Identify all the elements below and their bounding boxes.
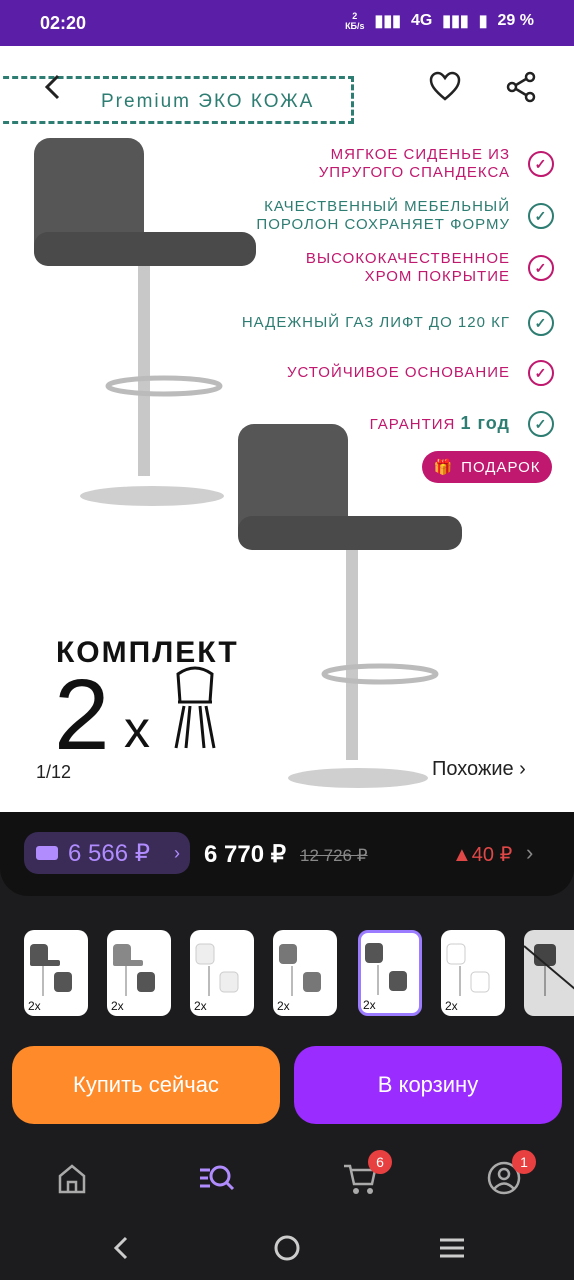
catalog-search-icon[interactable] <box>196 1158 236 1198</box>
gift-badge: 🎁 ПОДАРОК <box>422 451 552 483</box>
gift-icon: 🎁 <box>433 459 454 476</box>
variant-thumb[interactable]: 2x <box>273 930 337 1016</box>
feature-1-line1: МЯГКОЕ СИДЕНЬЕ ИЗ <box>330 146 510 163</box>
feature-2: КАЧЕСТВЕННЫЙ МЕБЕЛЬНЫЙ ПОРОЛОН СОХРАНЯЕТ… <box>242 198 554 234</box>
speed-value: 2 <box>352 11 358 21</box>
gift-label: ПОДАРОК <box>461 458 541 476</box>
variant-thumb[interactable]: 2x <box>190 930 254 1016</box>
product-image[interactable]: Premium ЭКО КОЖА МЯГКОЕ СИДЕНЬЕ ИЗ УПРУГ… <box>0 46 574 812</box>
price-details-icon[interactable]: › <box>526 840 533 866</box>
variant-thumb[interactable]: 2x <box>441 930 505 1016</box>
check-icon: ✓ <box>528 310 554 336</box>
svg-text:2x: 2x <box>28 999 41 1013</box>
cart-tab[interactable]: 6 <box>340 1150 392 1198</box>
price-bar: 6 566 ₽ › 6 770 ₽ 12 726 ₽ ▲40 ₽ › <box>0 812 574 896</box>
network-type: 4G <box>410 12 433 29</box>
feature-3: ВЫСОКОКАЧЕСТВЕННОЕ ХРОМ ПОКРЫТИЕ ✓ <box>242 250 554 286</box>
svg-text:2x: 2x <box>445 999 458 1013</box>
material-label-text: Premium ЭКО КОЖА <box>101 91 315 112</box>
network-speed: 2 КБ/s <box>345 11 364 31</box>
feature-list: МЯГКОЕ СИДЕНЬЕ ИЗ УПРУГОГО СПАНДЕКСА ✓ К… <box>241 146 554 437</box>
check-icon: ✓ <box>528 411 554 437</box>
variant-thumb[interactable]: 2x <box>24 930 88 1016</box>
variant-thumbnails: 2x 2x 2x 2x 2x 2x <box>0 910 574 1030</box>
action-buttons: Купить сейчас В корзину <box>0 1046 574 1124</box>
guarantee-value: 1 год <box>460 413 510 433</box>
pager-total: 12 <box>51 762 72 782</box>
back-icon[interactable] <box>38 72 68 102</box>
image-pager: 1/12 <box>36 762 72 782</box>
wallet-price-button[interactable]: 6 566 ₽ › <box>24 832 190 874</box>
svg-text:2x: 2x <box>111 999 124 1013</box>
svg-text:2x: 2x <box>194 999 207 1013</box>
variant-thumb[interactable]: 2x <box>107 930 171 1016</box>
heart-icon[interactable] <box>428 70 462 104</box>
profile-badge: 1 <box>512 1150 536 1174</box>
check-icon: ✓ <box>528 151 554 177</box>
share-icon[interactable] <box>504 70 538 104</box>
variant-thumb-unavailable[interactable] <box>524 930 574 1016</box>
feature-2-line2: ПОРОЛОН СОХРАНЯЕТ ФОРМУ <box>256 216 510 233</box>
old-price: 12 726 ₽ <box>300 846 368 865</box>
price-delta: ▲40 ₽ <box>452 844 513 866</box>
pager-current: 1 <box>36 762 47 782</box>
komplekt-count: 2 <box>54 659 110 771</box>
guarantee-label: ГАРАНТИЯ <box>369 416 456 433</box>
signal-icon: ▮▮▮ <box>374 13 401 30</box>
check-icon: ✓ <box>528 203 554 229</box>
check-icon: ✓ <box>528 360 554 386</box>
chair-image-1 <box>34 138 256 506</box>
buy-now-button[interactable]: Купить сейчас <box>12 1046 280 1124</box>
battery-percent: 29 % <box>497 12 534 29</box>
speed-unit: КБ/s <box>345 21 365 31</box>
nav-recents-icon[interactable] <box>436 1232 468 1264</box>
nav-home-icon[interactable] <box>271 1232 303 1264</box>
check-icon: ✓ <box>528 255 554 281</box>
chevron-right-icon: › <box>174 842 180 863</box>
feature-4-line1: НАДЕЖНЫЙ ГАЗ ЛИФТ ДО 120 КГ <box>241 314 510 331</box>
signal-icon-2: ▮▮▮ <box>442 13 469 30</box>
status-bar: 02:20 2 КБ/s ▮▮▮ 4G ▮▮▮ ▮ 29 % <box>0 0 574 46</box>
komplekt-x: x <box>124 701 150 759</box>
feature-4: НАДЕЖНЫЙ ГАЗ ЛИФТ ДО 120 КГ ✓ <box>241 310 554 336</box>
status-icons: 2 КБ/s ▮▮▮ 4G ▮▮▮ ▮ 29 % <box>345 11 534 31</box>
current-price: 6 770 ₽ <box>204 841 286 868</box>
feature-1-line2: УПРУГОГО СПАНДЕКСА <box>318 164 510 181</box>
feature-2-line1: КАЧЕСТВЕННЫЙ МЕБЕЛЬНЫЙ <box>264 198 510 215</box>
feature-guarantee: ГАРАНТИЯ 1 год ✓ <box>242 411 554 437</box>
similar-link[interactable]: Похожие › <box>432 758 526 781</box>
wallet-icon <box>36 846 58 860</box>
chair-outline-icon <box>174 666 216 749</box>
system-nav-bar <box>0 1216 574 1280</box>
feature-3-line2: ХРОМ ПОКРЫТИЕ <box>364 268 510 285</box>
feature-5: УСТОЙЧИВОЕ ОСНОВАНИЕ ✓ <box>242 360 554 386</box>
svg-text:2x: 2x <box>363 998 376 1012</box>
feature-3-line1: ВЫСОКОКАЧЕСТВЕННОЕ <box>305 250 510 267</box>
add-to-cart-button[interactable]: В корзину <box>294 1046 562 1124</box>
battery-icon: ▮ <box>478 13 488 30</box>
profile-tab[interactable]: 1 <box>484 1150 536 1198</box>
feature-5-line1: УСТОЙЧИВОЕ ОСНОВАНИЕ <box>286 364 510 381</box>
cart-badge: 6 <box>368 1150 392 1174</box>
home-icon[interactable] <box>52 1158 92 1198</box>
svg-text:2x: 2x <box>277 999 290 1013</box>
nav-back-icon[interactable] <box>106 1232 138 1264</box>
bottom-tab-bar: 6 1 <box>0 1140 574 1216</box>
wallet-price: 6 566 ₽ <box>68 839 150 867</box>
feature-1: МЯГКОЕ СИДЕНЬЕ ИЗ УПРУГОГО СПАНДЕКСА ✓ <box>242 146 554 182</box>
status-time: 02:20 <box>40 13 87 33</box>
variant-thumb-selected[interactable]: 2x <box>358 930 422 1016</box>
